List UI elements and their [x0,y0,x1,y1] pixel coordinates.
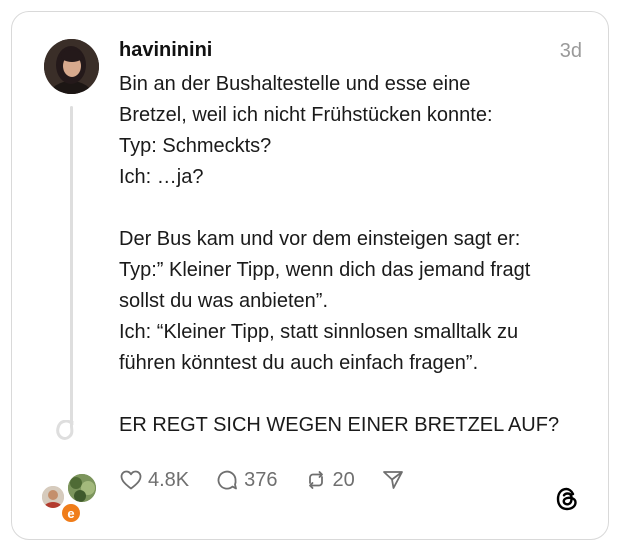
speech-bubble-icon [217,470,238,490]
post-text-line: Bin an der Bushaltestelle und esse eine [119,73,471,95]
comment-count: 376 [244,468,278,491]
post-text-line: Ich: …ja? [119,166,204,188]
post-text-line [119,193,589,224]
repost-button[interactable]: 20 [304,468,355,492]
post-text-line: Typ:” Kleiner Tipp, wenn dich das jemand… [119,259,531,281]
replier-avatar: e [60,502,82,524]
share-button[interactable] [381,468,410,492]
thread-loop-icon [56,420,74,440]
post-text: Bin an der Bushaltestelle und esse eine … [119,69,589,441]
thread-connector-line [70,106,73,424]
post-text-line: Bretzel, weil ich nicht Frühstücken konn… [119,104,493,126]
post-text-line: Ich: “Kleiner Tipp, statt sinnlosen smal… [119,321,519,343]
threads-logo-icon[interactable] [554,486,580,512]
post-text-line: sollst du was anbieten”. [119,290,329,312]
post-text-line: führen könntest du auch einfach fragen”. [119,352,479,374]
like-count: 4.8K [148,468,190,491]
post-text-line: ER REGT SICH WEGEN EINER BRETZEL AUF? [119,414,560,436]
post-actions: 4.8K 376 20 [119,466,436,494]
comment-button[interactable]: 376 [215,468,278,492]
post-text-line: Der Bus kam und vor dem einsteigen sagt … [119,228,521,250]
repost-icon [308,471,323,489]
post-text-line [119,379,589,410]
replier-avatars[interactable]: e [38,472,100,524]
like-button[interactable]: 4.8K [119,468,189,492]
author-avatar[interactable] [44,39,99,94]
post-timestamp: 3d [559,40,582,62]
heart-icon [120,470,142,490]
send-icon [382,471,403,489]
author-username[interactable]: havininini [119,39,212,62]
replier-avatar [66,472,98,504]
avatar-photo [44,39,99,94]
post-card[interactable]: havininini 3d Bin an der Bushaltestelle … [11,11,609,540]
repost-count: 20 [332,468,355,491]
post-text-line: Typ: Schmeckts? [119,135,272,157]
